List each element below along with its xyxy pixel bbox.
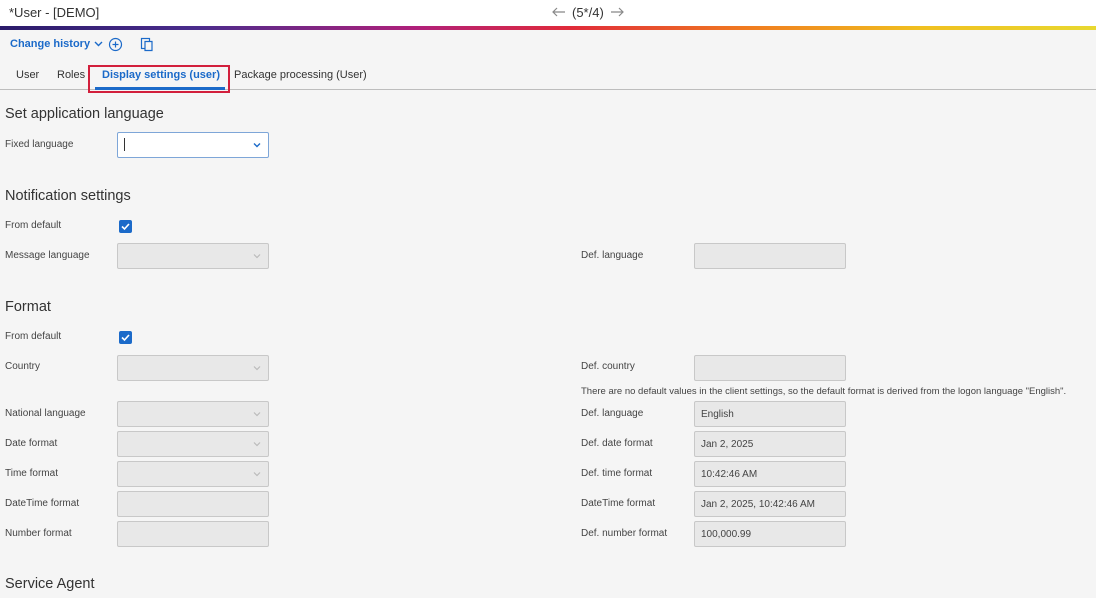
section-heading-format: Format (5, 299, 51, 315)
highlight-box (88, 65, 230, 93)
change-history-button[interactable]: Change history (10, 38, 103, 50)
chevron-down-icon (94, 41, 103, 47)
text-cursor (124, 138, 125, 151)
def-datetime-format-label: DateTime format (581, 498, 656, 509)
checkmark-icon (121, 223, 130, 231)
arrow-right-icon[interactable] (610, 4, 624, 21)
chevron-down-icon (253, 472, 261, 477)
def-datetime-format-field: Jan 2, 2025, 10:42:46 AM (694, 491, 846, 517)
chevron-down-icon (253, 442, 261, 447)
chevron-down-icon (253, 254, 261, 259)
format-from-default-label: From default (5, 331, 62, 342)
change-history-label: Change history (10, 38, 91, 50)
notification-from-default-checkbox[interactable] (119, 220, 132, 233)
plus-circle-icon[interactable] (108, 37, 124, 53)
def-date-format-field: Jan 2, 2025 (694, 431, 846, 457)
record-position: (5*/4) (572, 5, 604, 20)
tab-roles[interactable]: Roles (57, 69, 85, 81)
record-navigator: (5*/4) (552, 4, 624, 21)
format-from-default-checkbox[interactable] (119, 331, 132, 344)
def-country-field (694, 355, 846, 381)
format-def-language-label: Def. language (581, 408, 644, 419)
country-select[interactable] (117, 355, 269, 381)
tab-package-processing[interactable]: Package processing (User) (234, 69, 367, 81)
notification-from-default-label: From default (5, 220, 62, 231)
def-country-label: Def. country (581, 361, 635, 372)
notification-def-language-field (694, 243, 846, 269)
arrow-left-icon[interactable] (552, 4, 566, 21)
format-def-language-field: English (694, 401, 846, 427)
tab-user[interactable]: User (16, 69, 39, 81)
date-format-select[interactable] (117, 431, 269, 457)
time-format-label: Time format (5, 468, 58, 479)
national-language-select[interactable] (117, 401, 269, 427)
def-time-format-label: Def. time format (581, 468, 653, 479)
format-info-note: There are no default values in the clien… (581, 386, 1067, 397)
toolbar: Change history (0, 30, 1096, 60)
date-format-label: Date format (5, 438, 58, 449)
country-label: Country (5, 361, 41, 372)
copy-icon[interactable] (140, 37, 156, 53)
datetime-format-field[interactable] (117, 491, 269, 517)
national-language-label: National language (5, 408, 86, 419)
section-heading-notification: Notification settings (5, 188, 131, 204)
section-heading-app-language: Set application language (5, 106, 164, 122)
notification-def-language-label: Def. language (581, 250, 644, 261)
checkmark-icon (121, 334, 130, 342)
chevron-down-icon (253, 366, 261, 371)
time-format-select[interactable] (117, 461, 269, 487)
message-language-select[interactable] (117, 243, 269, 269)
fixed-language-label: Fixed language (5, 139, 74, 150)
chevron-down-icon (253, 143, 261, 148)
def-number-format-label: Def. number format (581, 528, 668, 539)
def-number-format-field: 100,000.99 (694, 521, 846, 547)
def-time-format-field: 10:42:46 AM (694, 461, 846, 487)
window-title: *User - [DEMO] (9, 5, 100, 20)
section-heading-service-agent: Service Agent (5, 576, 95, 592)
message-language-label: Message language (5, 250, 90, 261)
datetime-format-label: DateTime format (5, 498, 80, 509)
number-format-label: Number format (5, 528, 72, 539)
number-format-field[interactable] (117, 521, 269, 547)
chevron-down-icon (253, 412, 261, 417)
def-date-format-label: Def. date format (581, 438, 653, 449)
fixed-language-select[interactable] (117, 132, 269, 158)
title-bar: *User - [DEMO] (5*/4) (0, 0, 1096, 27)
